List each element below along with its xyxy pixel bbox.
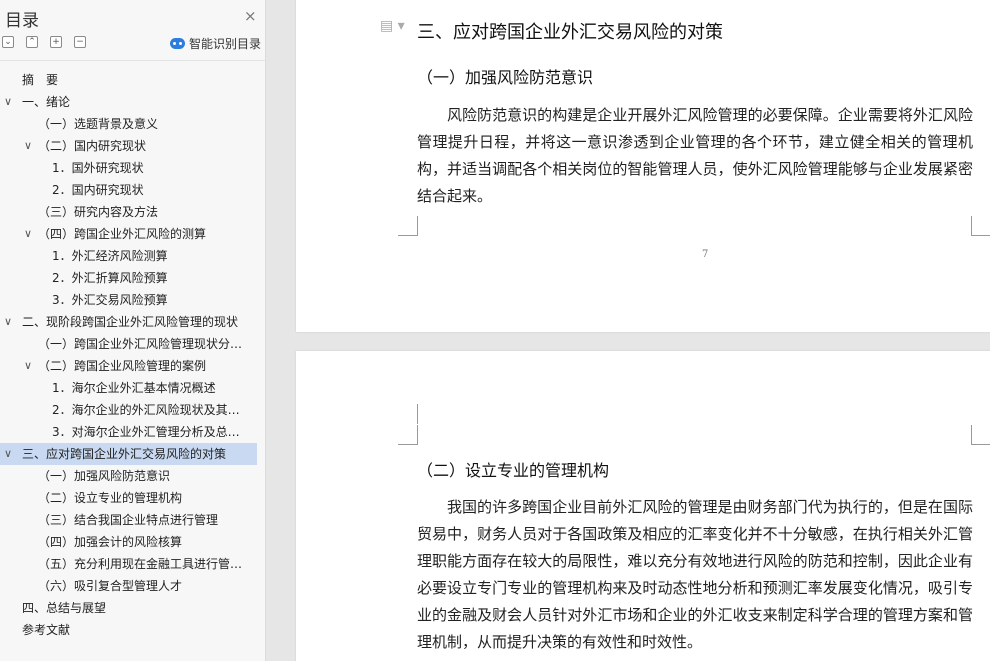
toc-sidebar: 目录 × ⌄ ⌃ + − 智能识别目录 摘 要 ∨ 一、绪论 （一）选题背景及意义 ∨ （… (0, 0, 266, 661)
heading-subsection-2: （二）设立专业的管理机构 (417, 461, 610, 480)
crop-mark (398, 216, 418, 236)
toc-item[interactable]: （六）吸引复合型管理人才 (0, 575, 265, 597)
toc-item[interactable]: ∨ 一、绪论 (0, 91, 265, 113)
sidebar-title: 目录 (5, 11, 39, 31)
robot-icon (170, 38, 185, 49)
chevron-down-icon[interactable]: ∨ (21, 223, 35, 245)
toc-item[interactable]: 1．外汇经济风险测算 (0, 245, 265, 267)
toc-item[interactable]: （一）跨国企业外汇风险管理现状分… (0, 333, 265, 355)
toc-item[interactable]: 3．对海尔企业外汇管理分析及总… (0, 421, 265, 443)
page-number: 7 (702, 249, 709, 260)
toc-item[interactable]: （二）设立专业的管理机构 (0, 487, 265, 509)
toc-item[interactable]: 2．外汇折算风险预算 (0, 267, 265, 289)
toc-item-label: 四、总结与展望 (22, 601, 107, 615)
toc-item-label: （一）选题背景及意义 (38, 117, 159, 131)
chevron-down-icon[interactable]: ∨ (21, 135, 35, 157)
toc-item[interactable]: （一）选题背景及意义 (0, 113, 265, 135)
toc-item[interactable]: 1．海尔企业外汇基本情况概述 (0, 377, 265, 399)
toc-item-label: （二）设立专业的管理机构 (38, 491, 183, 505)
paragraph: 风险防范意识的构建是企业开展外汇风险管理的必要保障。企业需要将外汇风险管理提升日… (417, 106, 973, 205)
crop-mark (971, 425, 990, 445)
smart-toc-label: 智能识别目录 (189, 37, 262, 51)
toc-item[interactable]: ∨ （二）跨国企业风险管理的案例 (0, 355, 265, 377)
toc-item-label: （一）加强风险防范意识 (38, 469, 171, 483)
toc-item[interactable]: 3．外汇交易风险预算 (0, 289, 265, 311)
toc-item-label: （二）国内研究现状 (38, 139, 147, 153)
close-icon[interactable]: × (244, 7, 257, 25)
toc-item-label: 二、现阶段跨国企业外汇风险管理的现状 (22, 315, 239, 329)
heading-subsection-1: （一）加强风险防范意识 (417, 68, 594, 87)
toc-item[interactable]: （四）加强会计的风险核算 (0, 531, 265, 553)
remove-heading-icon[interactable]: − (74, 36, 86, 48)
heading-section-3: 三、应对跨国企业外汇交易风险的对策 (417, 22, 723, 43)
crop-mark (398, 425, 418, 445)
chevron-down-icon[interactable]: ∨ (1, 443, 15, 465)
toc-item[interactable]: ∨ （二）国内研究现状 (0, 135, 265, 157)
toc-item-label: 3．对海尔企业外汇管理分析及总… (52, 425, 240, 439)
toc-item-label: （六）吸引复合型管理人才 (38, 579, 183, 593)
document-canvas[interactable]: ▤ ▾ 三、应对跨国企业外汇交易风险的对策 （一）加强风险防范意识 风险防范意识… (266, 0, 990, 661)
toc-item-label: （二）跨国企业风险管理的案例 (38, 359, 207, 373)
toc-item[interactable]: 2．国内研究现状 (0, 179, 265, 201)
toc-item[interactable]: ∨ 三、应对跨国企业外汇交易风险的对策 (0, 443, 257, 465)
toc-item[interactable]: 参考文献 (0, 619, 265, 641)
toc-item[interactable]: 1．国外研究现状 (0, 157, 265, 179)
toc-item-label: 1．海尔企业外汇基本情况概述 (52, 381, 216, 395)
toc-item[interactable]: 四、总结与展望 (0, 597, 265, 619)
toc-item-label: （四）跨国企业外汇风险的测算 (38, 227, 207, 241)
crop-mark (971, 216, 990, 236)
toc-item-label: 一、绪论 (22, 95, 71, 109)
toc-toolbar: ⌄ ⌃ + − (2, 36, 86, 48)
toc-item-label: 2．国内研究现状 (52, 183, 144, 197)
toc-item-label: （一）跨国企业外汇风险管理现状分… (38, 337, 243, 351)
toc-item[interactable]: （三）研究内容及方法 (0, 201, 265, 223)
toc-item-label: 2．外汇折算风险预算 (52, 271, 168, 285)
toc-item-label: 2．海尔企业的外汇风险现状及其… (52, 403, 240, 417)
toc-item[interactable]: 2．海尔企业的外汇风险现状及其… (0, 399, 265, 421)
toc-item-label: 三、应对跨国企业外汇交易风险的对策 (22, 447, 227, 461)
chevron-down-icon[interactable]: ∨ (21, 355, 35, 377)
document-outline-icon[interactable]: ▤ ▾ (380, 18, 405, 34)
chevron-down-icon[interactable]: ∨ (1, 91, 15, 113)
toc-item-label: 摘 要 (22, 73, 59, 87)
paragraph: 我国的许多跨国企业目前外汇风险的管理是由财务部门代为执行的，但是在国际贸易中，财… (417, 498, 973, 651)
toc-item[interactable]: （三）结合我国企业特点进行管理 (0, 509, 265, 531)
toc-item[interactable]: （五）充分利用现在金融工具进行管… (0, 553, 265, 575)
add-heading-icon[interactable]: + (50, 36, 62, 48)
page-8: （二）设立专业的管理机构 我国的许多跨国企业目前外汇风险的管理是由财务部门代为执… (296, 351, 990, 661)
chevron-down-icon[interactable]: ∨ (1, 311, 15, 333)
toc-list: 摘 要 ∨ 一、绪论 （一）选题背景及意义 ∨ （二）国内研究现状 1．国外研究现状 2．国内… (0, 69, 265, 641)
toc-item-label: （三）结合我国企业特点进行管理 (38, 513, 219, 527)
toc-item[interactable]: ∨ 二、现阶段跨国企业外汇风险管理的现状 (0, 311, 265, 333)
toc-item-label: （四）加强会计的风险核算 (38, 535, 183, 549)
divider (0, 60, 265, 61)
toc-item[interactable]: （一）加强风险防范意识 (0, 465, 265, 487)
crop-mark (398, 404, 418, 424)
expand-up-icon[interactable]: ⌃ (26, 36, 38, 48)
toc-item-label: 参考文献 (22, 623, 71, 637)
toc-item-label: （五）充分利用现在金融工具进行管… (38, 557, 243, 571)
collapse-all-icon[interactable]: ⌄ (2, 36, 14, 48)
toc-item-label: 3．外汇交易风险预算 (52, 293, 168, 307)
toc-item-label: 1．外汇经济风险测算 (52, 249, 168, 263)
toc-item[interactable]: ∨ （四）跨国企业外汇风险的测算 (0, 223, 265, 245)
toc-item[interactable]: 摘 要 (0, 69, 265, 91)
toc-item-label: （三）研究内容及方法 (38, 205, 159, 219)
smart-toc-button[interactable]: 智能识别目录 (170, 35, 261, 52)
page-7: ▤ ▾ 三、应对跨国企业外汇交易风险的对策 （一）加强风险防范意识 风险防范意识… (296, 0, 990, 332)
toc-item-label: 1．国外研究现状 (52, 161, 144, 175)
